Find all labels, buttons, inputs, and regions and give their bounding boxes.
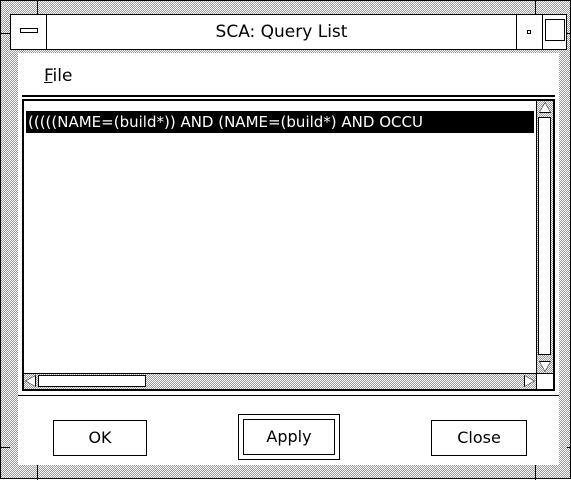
frame-resize-tick [37,465,38,480]
close-button[interactable]: Close [431,420,527,456]
menu-bar: File [22,59,555,97]
menu-file-label-rest: ile [52,66,73,86]
apply-button[interactable]: Apply [243,419,335,455]
menu-file[interactable]: File [44,66,72,86]
menu-file-mnemonic: F [44,66,53,86]
scroll-left-icon-fill [26,376,35,386]
vertical-scroll-thumb[interactable] [538,117,551,355]
horizontal-scroll-thumb[interactable] [38,375,146,387]
window-menu-button[interactable] [11,15,47,49]
title-bar[interactable]: SCA: Query List [10,14,567,50]
button-row: OK Apply Close [18,395,559,465]
ok-button[interactable]: OK [53,420,147,456]
minimize-button[interactable] [516,15,542,49]
maximize-icon [545,19,565,41]
minimize-icon [527,30,531,34]
list-item-selected[interactable]: (((((NAME=(build*)) AND (NAME=(build*) A… [26,111,534,133]
frame-resize-tick [535,465,536,480]
maximize-button[interactable] [542,15,566,49]
scroll-up-icon-fill [540,103,550,112]
query-list-box: (((((NAME=(build*)) AND (NAME=(build*) A… [22,99,555,391]
frame-resize-tick [567,447,571,448]
scroll-down-icon-fill [540,362,550,371]
horizontal-scrollbar[interactable] [24,373,536,389]
frame-resize-tick [535,1,536,14]
frame-resize-tick [37,1,38,14]
dialog-client-area: File (((((NAME=(build*)) AND (NAME=(buil… [18,53,559,465]
window-menu-icon [20,28,38,33]
window-title: SCA: Query List [215,22,348,42]
scrollbar-corner [536,373,553,389]
scroll-right-icon-fill [525,376,534,386]
dialog-window: SCA: Query List File (((((NAME=(build*))… [0,0,571,480]
frame-resize-tick [567,33,571,34]
frame-resize-tick [1,33,10,34]
query-list[interactable]: (((((NAME=(build*)) AND (NAME=(build*) A… [26,103,534,371]
frame-resize-tick [1,447,10,448]
vertical-scrollbar[interactable] [536,101,553,373]
